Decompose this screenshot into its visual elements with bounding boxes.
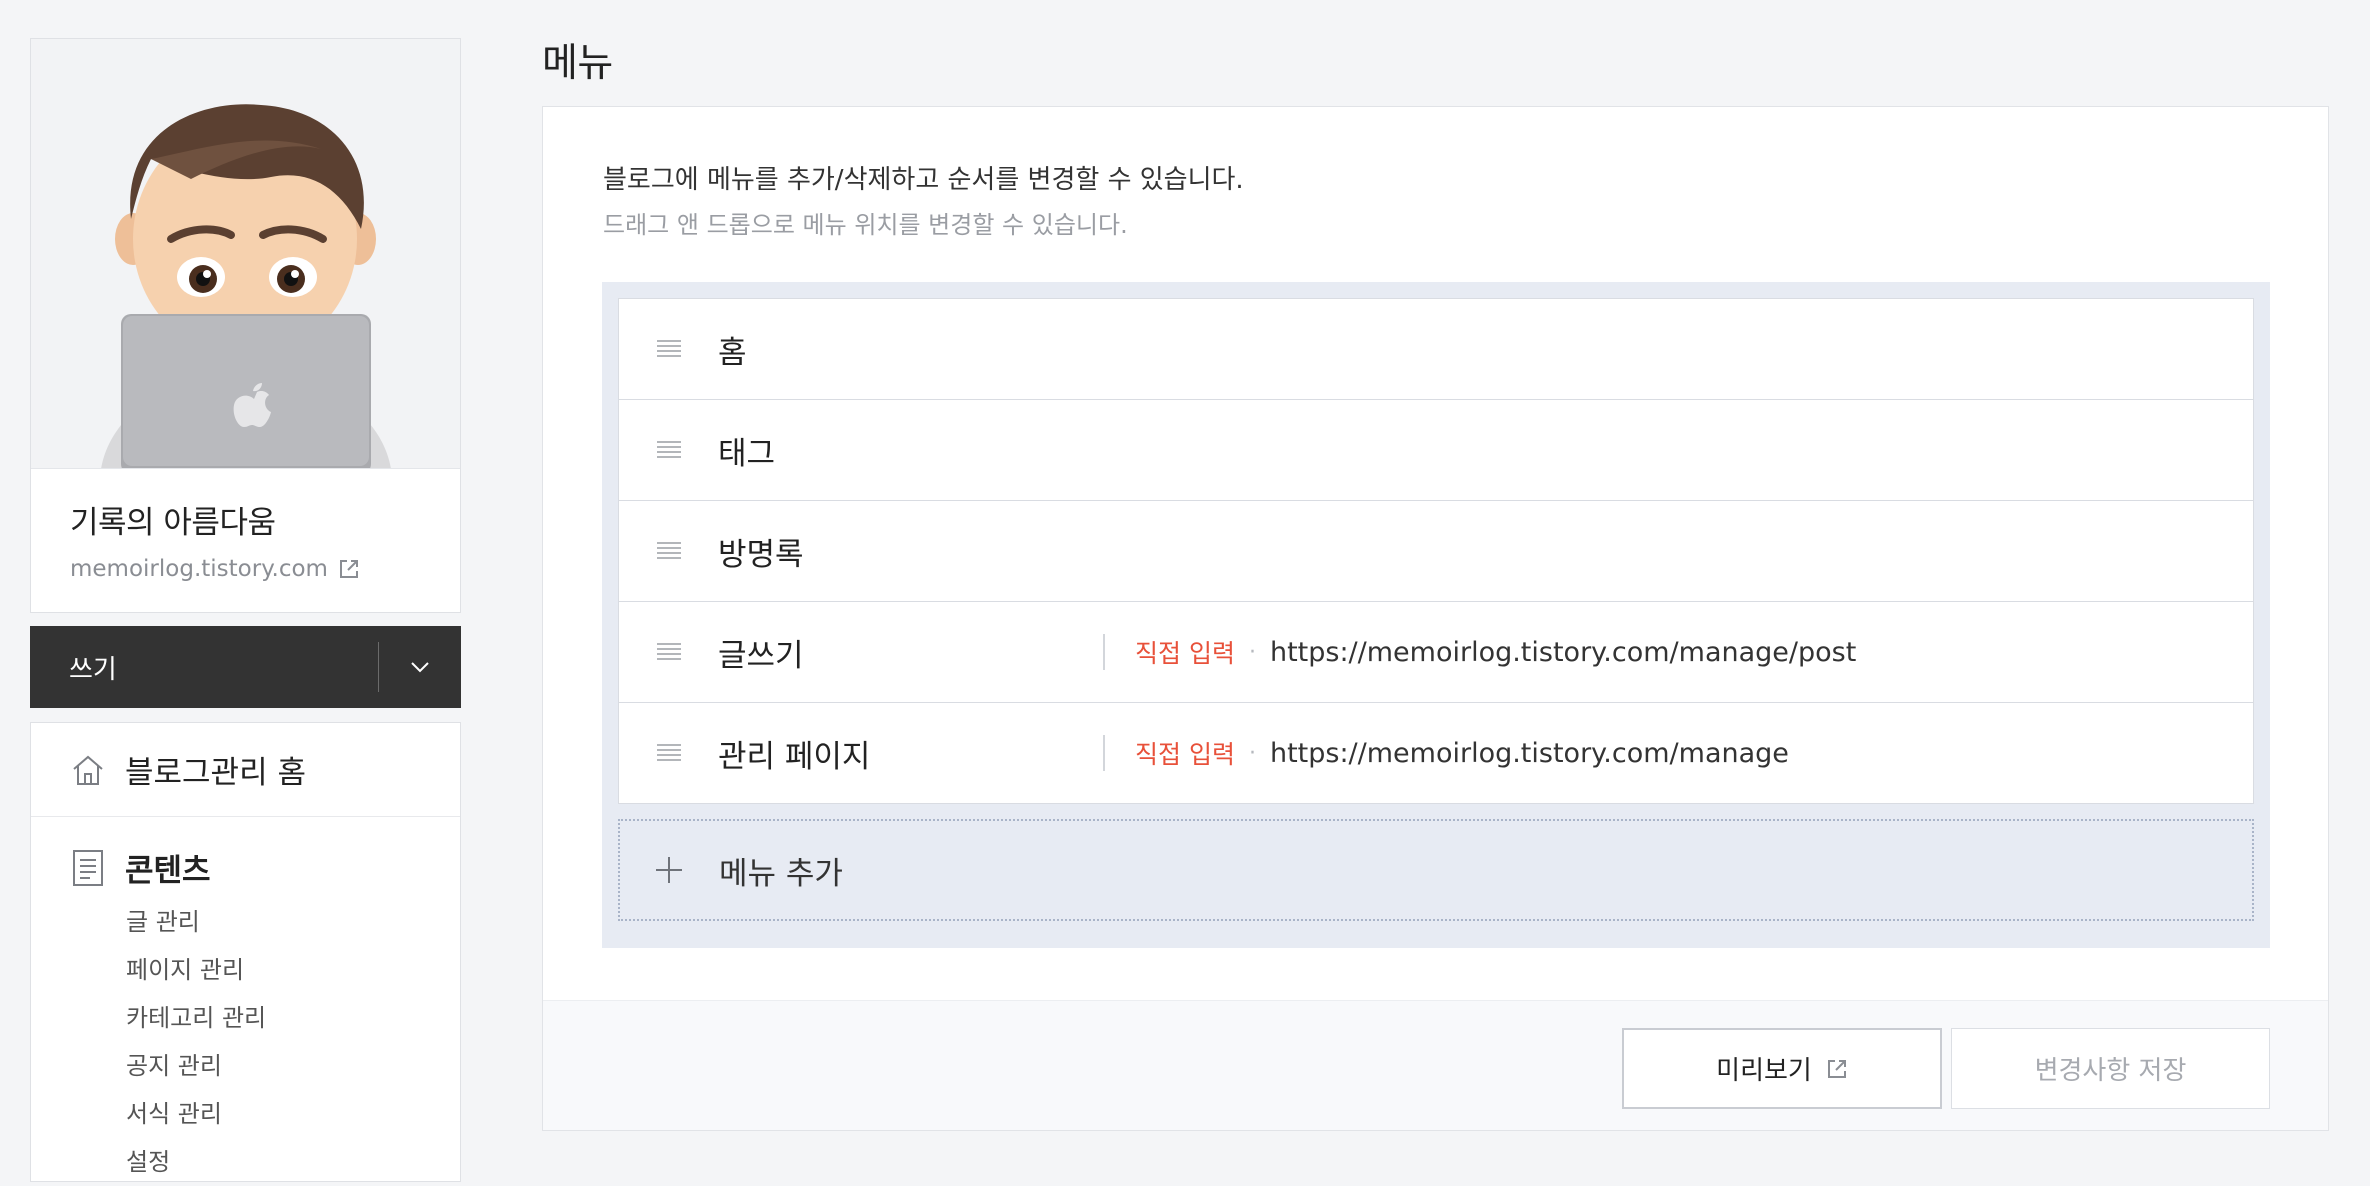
menu-item-url[interactable]: https://memoirlog.tistory.com/manage bbox=[1270, 738, 1789, 769]
menu-item-write[interactable]: 글쓰기 직접 입력 · https://memoirlog.tistory.co… bbox=[618, 601, 2254, 703]
menu-item-url[interactable]: https://memoirlog.tistory.com/manage/pos… bbox=[1270, 637, 1856, 668]
blog-url-row[interactable]: memoirlog.tistory.com bbox=[70, 556, 460, 582]
write-bar: 쓰기 bbox=[30, 626, 461, 708]
add-menu-label: 메뉴 추가 bbox=[719, 855, 843, 892]
description: 블로그에 메뉴를 추가/삭제하고 순서를 변경할 수 있습니다. bbox=[603, 165, 1244, 195]
external-link-icon bbox=[1826, 1058, 1848, 1080]
row-divider bbox=[1103, 735, 1105, 771]
sidebar-item-categories[interactable]: 카테고리 관리 bbox=[126, 994, 460, 1042]
write-dropdown-button[interactable] bbox=[379, 626, 461, 708]
sidebar-item-label: 블로그관리 홈 bbox=[125, 755, 306, 791]
menu-item-label: 홈 bbox=[718, 334, 747, 371]
menu-panel: 블로그에 메뉴를 추가/삭제하고 순서를 변경할 수 있습니다. 드래그 앤 드… bbox=[542, 106, 2329, 1131]
document-icon bbox=[69, 849, 107, 887]
sidebar-item-settings[interactable]: 설정 bbox=[126, 1138, 460, 1186]
drag-handle-icon[interactable] bbox=[655, 742, 683, 764]
sidebar-nav: 블로그관리 홈 콘텐츠 글 관리 페이지 관리 카테고리 관리 공지 관리 서식… bbox=[30, 722, 461, 1182]
chevron-down-icon bbox=[410, 658, 430, 677]
menu-item-tag[interactable]: 태그 bbox=[618, 399, 2254, 501]
drag-handle-icon[interactable] bbox=[655, 540, 683, 562]
direct-input-tag: 직접 입력 bbox=[1135, 740, 1235, 769]
add-menu-button[interactable]: 메뉴 추가 bbox=[618, 819, 2254, 921]
write-button[interactable]: 쓰기 bbox=[30, 626, 378, 708]
preview-button-label: 미리보기 bbox=[1716, 1056, 1812, 1086]
dot-separator: · bbox=[1248, 639, 1256, 665]
sidebar-section-label: 콘텐츠 bbox=[125, 853, 211, 889]
drag-handle-icon[interactable] bbox=[655, 641, 683, 663]
menu-item-label: 글쓰기 bbox=[718, 637, 804, 674]
sidebar-section-contents[interactable]: 콘텐츠 bbox=[31, 845, 460, 890]
drag-handle-icon[interactable] bbox=[655, 338, 683, 360]
profile-info: 기록의 아름다움 memoirlog.tistory.com bbox=[31, 469, 460, 612]
sidebar-item-templates[interactable]: 서식 관리 bbox=[126, 1090, 460, 1138]
home-icon bbox=[69, 751, 107, 789]
plus-icon bbox=[654, 855, 684, 885]
panel-footer: 미리보기 변경사항 저장 bbox=[543, 1000, 2328, 1130]
blog-name[interactable]: 기록의 아름다움 bbox=[70, 497, 460, 542]
sidebar-item-pages[interactable]: 페이지 관리 bbox=[126, 946, 460, 994]
row-divider bbox=[1103, 634, 1105, 670]
blog-url[interactable]: memoirlog.tistory.com bbox=[70, 556, 328, 582]
sidebar-item-notices[interactable]: 공지 관리 bbox=[126, 1042, 460, 1090]
menu-item-label: 태그 bbox=[718, 435, 776, 472]
drag-handle-icon[interactable] bbox=[655, 439, 683, 461]
menu-list-area: 홈 태그 방명록 글쓰기 직접 입력 · https://memoirlog.t… bbox=[602, 282, 2270, 948]
sidebar-item-posts[interactable]: 글 관리 bbox=[126, 898, 460, 946]
profile-card: 기록의 아름다움 memoirlog.tistory.com bbox=[30, 38, 461, 613]
menu-item-admin-page[interactable]: 관리 페이지 직접 입력 · https://memoirlog.tistory… bbox=[618, 702, 2254, 804]
menu-item-label: 방명록 bbox=[718, 536, 804, 573]
preview-button[interactable]: 미리보기 bbox=[1622, 1028, 1942, 1109]
menu-item-home[interactable]: 홈 bbox=[618, 298, 2254, 400]
external-link-icon[interactable] bbox=[338, 558, 360, 580]
avatar[interactable] bbox=[31, 39, 460, 469]
save-changes-button[interactable]: 변경사항 저장 bbox=[1951, 1028, 2270, 1109]
menu-item-guestbook[interactable]: 방명록 bbox=[618, 500, 2254, 602]
page-title: 메뉴 bbox=[542, 41, 613, 86]
sidebar-item-blog-home[interactable]: 블로그관리 홈 bbox=[31, 723, 460, 817]
dot-separator: · bbox=[1248, 740, 1256, 766]
drag-hint: 드래그 앤 드롭으로 메뉴 위치를 변경할 수 있습니다. bbox=[603, 211, 1128, 239]
memoji-avatar-image bbox=[101, 104, 391, 468]
menu-item-label: 관리 페이지 bbox=[718, 738, 871, 775]
menu-list: 홈 태그 방명록 글쓰기 직접 입력 · https://memoirlog.t… bbox=[618, 298, 2254, 804]
direct-input-tag: 직접 입력 bbox=[1135, 639, 1235, 668]
contents-submenu: 글 관리 페이지 관리 카테고리 관리 공지 관리 서식 관리 설정 bbox=[31, 898, 460, 1186]
